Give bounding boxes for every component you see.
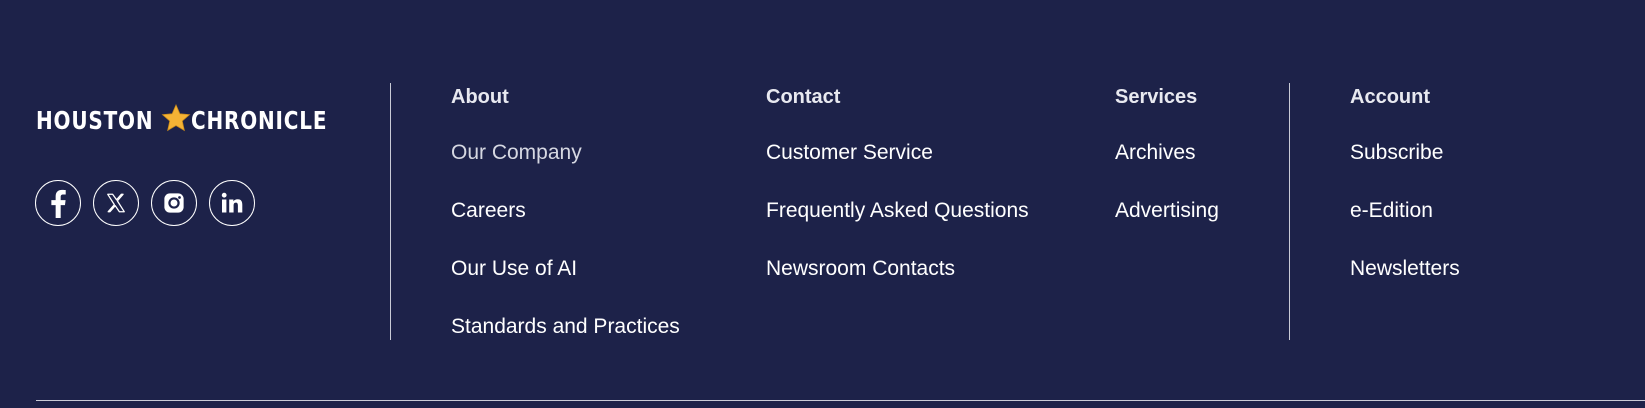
- link-newsroom-contacts[interactable]: Newsroom Contacts: [766, 257, 955, 280]
- houston-chronicle-logo[interactable]: HOUSTON CHRONICLE: [36, 103, 326, 137]
- link-faq[interactable]: Frequently Asked Questions: [766, 199, 1029, 222]
- linkedin-icon: [221, 192, 243, 213]
- account-heading: Account: [1350, 86, 1430, 108]
- logo-word-houston: HOUSTON: [36, 105, 154, 135]
- link-newsletters[interactable]: Newsletters: [1350, 257, 1460, 280]
- link-e-edition[interactable]: e-Edition: [1350, 199, 1433, 222]
- site-footer: HOUSTON CHRONICLE About Our Company Care…: [0, 0, 1645, 408]
- link-customer-service[interactable]: Customer Service: [766, 141, 933, 164]
- facebook-icon: [51, 189, 66, 218]
- footer-column-account: Account Subscribe e-Edition Newsletters: [1350, 83, 1460, 283]
- footer-column-services: Services Archives Advertising: [1115, 83, 1219, 225]
- services-heading: Services: [1115, 86, 1198, 108]
- footer-bottom-divider: [36, 400, 1645, 401]
- x-twitter-link[interactable]: [93, 180, 139, 226]
- link-careers[interactable]: Careers: [451, 199, 526, 222]
- footer-column-contact: Contact Customer Service Frequently Aske…: [766, 83, 1029, 283]
- contact-heading: Contact: [766, 86, 841, 108]
- link-our-use-of-ai[interactable]: Our Use of AI: [451, 257, 577, 280]
- logo-word-chronicle: CHRONICLE: [190, 105, 328, 135]
- social-links: [35, 180, 255, 226]
- star-icon: [161, 103, 191, 132]
- about-heading: About: [451, 86, 509, 108]
- link-advertising[interactable]: Advertising: [1115, 199, 1219, 222]
- x-twitter-icon: [107, 193, 125, 213]
- column-divider: [1289, 83, 1290, 340]
- link-subscribe[interactable]: Subscribe: [1350, 141, 1443, 164]
- link-standards-and-practices[interactable]: Standards and Practices: [451, 315, 680, 338]
- link-our-company[interactable]: Our Company: [451, 141, 582, 164]
- instagram-link[interactable]: [151, 180, 197, 226]
- column-divider: [390, 83, 391, 340]
- link-archives[interactable]: Archives: [1115, 141, 1196, 164]
- facebook-link[interactable]: [35, 180, 81, 226]
- footer-column-about: About Our Company Careers Our Use of AI …: [451, 83, 680, 341]
- linkedin-link[interactable]: [209, 180, 255, 226]
- instagram-icon: [164, 193, 184, 213]
